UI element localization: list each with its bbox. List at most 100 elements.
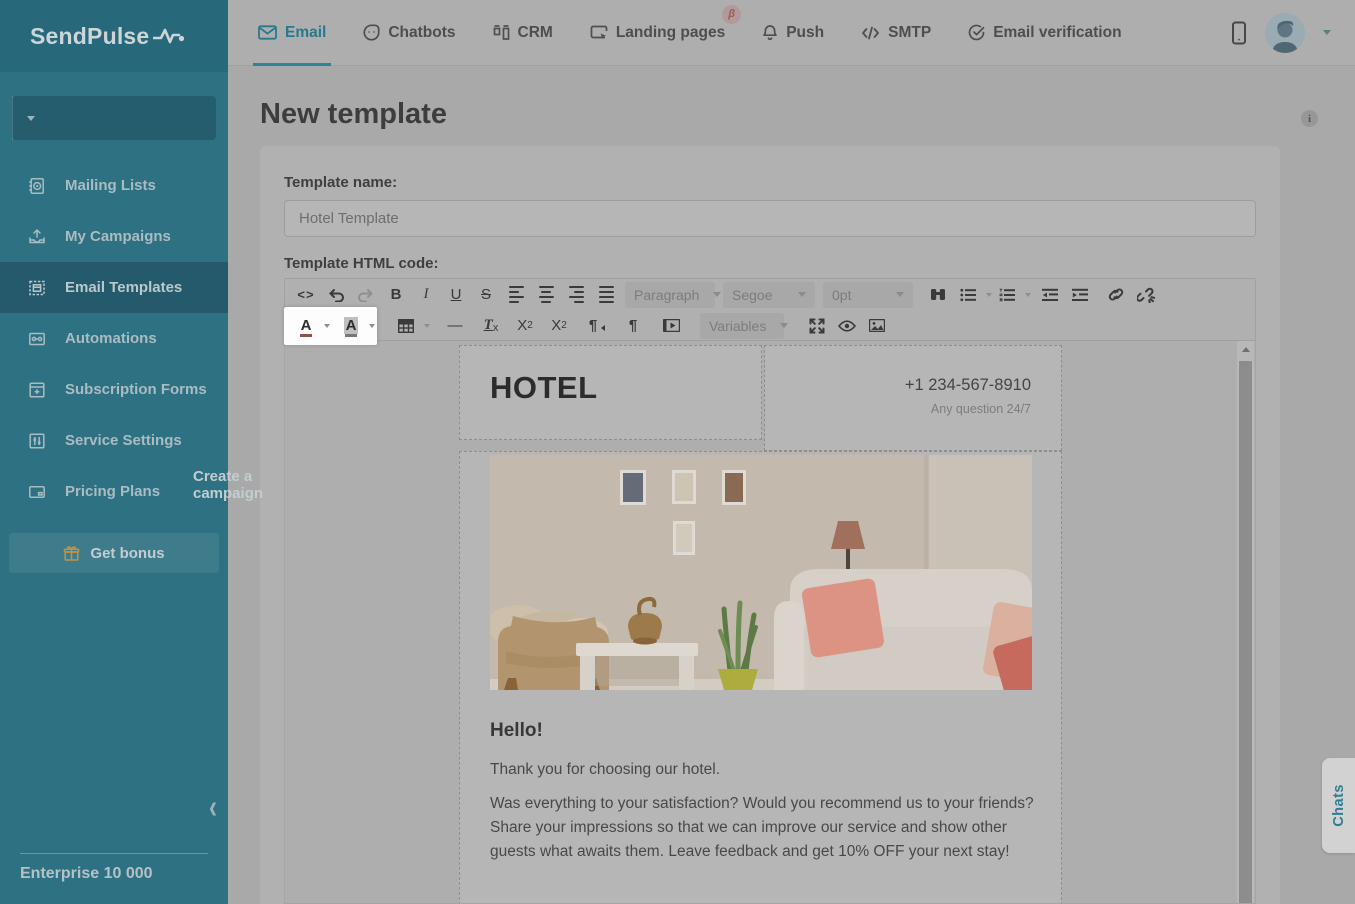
superscript-button[interactable]: X2 [544, 313, 574, 339]
binoculars-icon [930, 287, 946, 302]
account-menu-caret[interactable] [1323, 30, 1331, 39]
tab-landing-pages[interactable]: Landing pages β [590, 0, 725, 66]
editor-scrollbar[interactable] [1237, 341, 1254, 903]
background-color-button[interactable]: A [336, 313, 366, 339]
bullet-list-button[interactable] [953, 282, 983, 308]
email-body-cell[interactable]: Hello! Thank you for choosing our hotel.… [459, 451, 1062, 904]
chevron-down-icon[interactable] [324, 324, 330, 331]
chevron-down-icon[interactable] [424, 324, 430, 331]
clear-formatting-button[interactable]: Tx [476, 313, 506, 339]
sidebar-item-label: Pricing Plans [65, 483, 160, 500]
font-size-dropdown[interactable]: 0pt [823, 282, 913, 308]
scroll-up-button[interactable] [1237, 341, 1254, 358]
text-direction-button[interactable]: ¶ [582, 313, 612, 339]
sidebar-item-my-campaigns[interactable]: My Campaigns [0, 211, 228, 262]
tab-smtp[interactable]: SMTP [861, 0, 931, 66]
paragraph-format-dropdown[interactable]: Paragraph [625, 282, 715, 308]
tab-push[interactable]: Push [762, 0, 824, 66]
sidebar-collapse-button[interactable]: ‹ [209, 791, 217, 825]
sendpulse-logo[interactable]: SendPulse [0, 0, 228, 72]
info-icon[interactable]: i [1301, 110, 1318, 127]
variables-dropdown[interactable]: Variables [700, 313, 784, 339]
sidebar-item-automations[interactable]: Automations [0, 313, 228, 364]
insert-video-button[interactable] [656, 313, 686, 339]
tab-crm[interactable]: CRM [493, 0, 553, 66]
editor-body[interactable]: HOTEL +1 234-567-8910 Any question 24/7 [284, 340, 1256, 904]
numbered-list-button[interactable] [992, 282, 1022, 308]
chevron-down-icon[interactable] [369, 324, 375, 331]
insert-link-button[interactable] [1101, 282, 1131, 308]
list-ol-icon [999, 288, 1015, 302]
topbar-right [1231, 13, 1355, 53]
tab-label: Email verification [993, 24, 1121, 42]
email-brand-cell[interactable]: HOTEL [459, 345, 762, 440]
create-campaign-dropdown[interactable] [12, 96, 48, 140]
tab-label: Chatbots [388, 24, 455, 42]
chevron-down-icon[interactable] [1025, 293, 1031, 300]
insert-image-button[interactable] [862, 313, 892, 339]
italic-button[interactable]: I [411, 282, 441, 308]
sidebar-item-label: Subscription Forms [65, 381, 207, 398]
indent-button[interactable] [1065, 282, 1095, 308]
get-bonus-button[interactable]: Get bonus [9, 533, 219, 573]
template-name-input[interactable] [284, 200, 1256, 237]
align-left-button[interactable] [501, 282, 531, 308]
redo-button[interactable] [351, 282, 381, 308]
main-content: New template i Template name: Template H… [228, 66, 1355, 904]
undo-button[interactable] [321, 282, 351, 308]
sidebar-item-mailing-lists[interactable]: Mailing Lists [0, 160, 228, 211]
subscript-button[interactable]: X2 [510, 313, 540, 339]
sidebar-item-label: Service Settings [65, 432, 182, 449]
scrollbar-thumb[interactable] [1239, 361, 1252, 903]
align-center-button[interactable] [531, 282, 561, 308]
mobile-app-icon[interactable] [1231, 21, 1247, 45]
check-circle-icon [968, 24, 985, 41]
unlink-icon [1137, 287, 1155, 303]
email-greeting[interactable]: Hello! [490, 720, 543, 742]
sliders-icon [28, 432, 46, 450]
text-color-button[interactable]: A [291, 313, 321, 339]
landing-page-icon [590, 25, 608, 41]
sidebar-item-service-settings[interactable]: Service Settings [0, 415, 228, 466]
chats-tab[interactable]: Chats [1322, 758, 1355, 853]
show-paragraph-marks-button[interactable]: ¶ [618, 313, 648, 339]
remove-link-button[interactable] [1131, 282, 1161, 308]
email-paragraph-1[interactable]: Thank you for choosing our hotel. [490, 758, 1035, 782]
sidebar-item-label: Automations [65, 330, 157, 347]
tab-email-verification[interactable]: Email verification [968, 0, 1121, 66]
fullscreen-button[interactable] [802, 313, 832, 339]
variables-value: Variables [709, 318, 766, 334]
strikethrough-button[interactable]: S [471, 282, 501, 308]
align-right-button[interactable] [561, 282, 591, 308]
paragraph-format-value: Paragraph [634, 287, 699, 303]
tab-chatbots[interactable]: Chatbots [363, 0, 455, 66]
font-family-dropdown[interactable]: Segoe [723, 282, 815, 308]
create-campaign-button[interactable]: Create a campaign [12, 96, 216, 140]
hotel-brand[interactable]: HOTEL [490, 370, 761, 406]
underline-button[interactable]: U [441, 282, 471, 308]
hotel-room-photo[interactable] [490, 455, 1032, 690]
background-color-icon: A [344, 317, 359, 334]
sidebar-item-subscription-forms[interactable]: Subscription Forms [0, 364, 228, 415]
sidebar-menu: Mailing Lists My Campaigns Email Templat… [0, 160, 228, 517]
outdent-button[interactable] [1035, 282, 1065, 308]
tab-label: SMTP [888, 24, 931, 42]
bold-button[interactable]: B [381, 282, 411, 308]
tab-email[interactable]: Email [258, 0, 326, 66]
insert-table-button[interactable] [391, 313, 421, 339]
align-justify-button[interactable] [591, 282, 621, 308]
avatar[interactable] [1265, 13, 1305, 53]
phone-note[interactable]: Any question 24/7 [765, 402, 1031, 416]
font-family-value: Segoe [732, 287, 784, 303]
address-book-icon [28, 177, 46, 195]
email-paragraph-2[interactable]: Was everything to your satisfaction? Wou… [490, 792, 1035, 864]
email-phone-cell[interactable]: +1 234-567-8910 Any question 24/7 [764, 345, 1062, 451]
form-icon [28, 381, 46, 399]
sidebar-item-email-templates[interactable]: Email Templates [0, 262, 228, 313]
code-view-button[interactable]: <> [291, 282, 321, 308]
preview-button[interactable] [832, 313, 862, 339]
phone-number[interactable]: +1 234-567-8910 [765, 376, 1031, 395]
horizontal-rule-button[interactable]: — [440, 313, 470, 339]
find-replace-button[interactable] [923, 282, 953, 308]
toolbar-row-1: <> B I U S Paragraph [285, 279, 1255, 310]
